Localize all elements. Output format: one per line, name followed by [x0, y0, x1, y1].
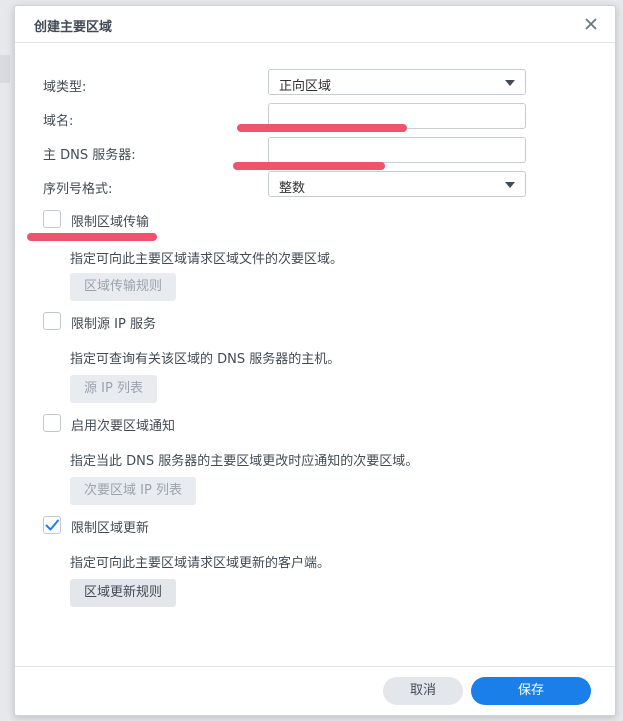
redaction-mark: [27, 233, 157, 241]
source-ip-list-button[interactable]: 源 IP 列表: [70, 375, 157, 403]
dialog-title: 创建主要区域: [34, 20, 113, 35]
secondary-zone-notify-checkbox[interactable]: [43, 414, 61, 432]
restrict-zone-transfer-description: 指定可向此主要区域请求区域文件的次要区域。: [70, 252, 344, 267]
restrict-source-ip-description: 指定可查询有关该区域的 DNS 服务器的主机。: [70, 352, 341, 367]
zone-type-value: 正向区域: [279, 79, 332, 94]
serial-format-label: 序列号格式:: [43, 182, 113, 197]
primary-dns-label: 主 DNS 服务器:: [43, 148, 136, 163]
caret-down-icon: [505, 182, 515, 188]
cancel-button[interactable]: 取消: [383, 677, 463, 705]
dialog-footer: 取消 保存: [15, 666, 615, 715]
restrict-zone-transfer-checkbox[interactable]: [43, 210, 61, 228]
restrict-zone-update-description: 指定可向此主要区域请求区域更新的客户端。: [70, 556, 331, 571]
checkmark-icon: [45, 519, 59, 531]
primary-dns-input[interactable]: [268, 137, 526, 163]
serial-format-select[interactable]: 整数: [268, 171, 526, 197]
redaction-mark: [233, 162, 385, 170]
serial-format-value: 整数: [279, 181, 306, 196]
restrict-source-ip-checkbox[interactable]: [43, 312, 61, 330]
close-button[interactable]: [581, 14, 601, 34]
create-primary-zone-dialog: 创建主要区域 域类型: 正向区域 域名: 主 DNS 服务器: 序列号格式: 整…: [14, 5, 616, 716]
secondary-zone-notify-description: 指定当此 DNS 服务器的主要区域更改时应通知的次要区域。: [70, 454, 419, 469]
restrict-zone-update-label: 限制区域更新: [71, 521, 150, 536]
save-button[interactable]: 保存: [471, 677, 591, 705]
secondary-zone-notify-label: 启用次要区域通知: [71, 419, 176, 434]
restrict-zone-update-checkbox[interactable]: [43, 516, 61, 534]
zone-update-rules-button[interactable]: 区域更新规则: [70, 579, 177, 607]
domain-name-label: 域名:: [43, 114, 74, 129]
redaction-mark: [237, 124, 407, 132]
background-panel-edge: [0, 55, 10, 83]
secondary-zone-ip-list-button[interactable]: 次要区域 IP 列表: [70, 477, 196, 505]
close-icon: [585, 18, 597, 30]
zone-transfer-rules-button[interactable]: 区域传输规则: [70, 273, 177, 301]
caret-down-icon: [505, 80, 515, 86]
zone-type-select[interactable]: 正向区域: [268, 69, 526, 95]
dialog-title-bar: 创建主要区域: [15, 6, 615, 43]
restrict-zone-transfer-label: 限制区域传输: [71, 215, 150, 230]
restrict-source-ip-label: 限制源 IP 服务: [71, 317, 156, 332]
zone-type-label: 域类型:: [43, 80, 87, 95]
